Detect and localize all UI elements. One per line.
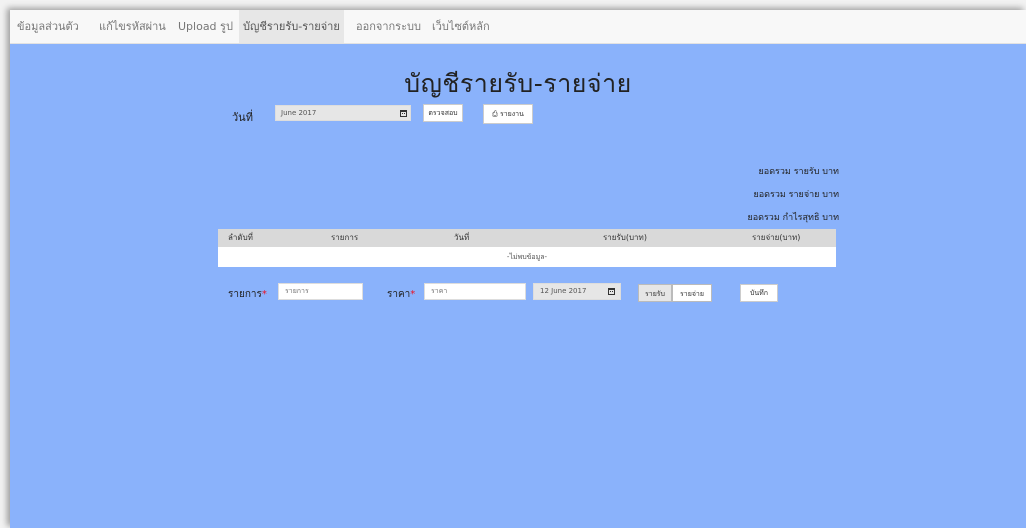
item-label: รายการ*: [228, 287, 267, 302]
month-picker[interactable]: June 2017: [275, 105, 411, 121]
page-title: บัญชีรายรับ-รายจ่าย: [404, 69, 632, 98]
price-label: ราคา*: [387, 287, 415, 302]
table-body: -ไม่พบข้อมูล-: [218, 247, 836, 267]
col-income: รายรับ(บาท): [603, 233, 647, 242]
nav-item-profile[interactable]: ข้อมูลส่วนตัว: [17, 10, 79, 43]
total-profit: ยอดรวม กำไรสุทธิ บาท: [747, 213, 839, 223]
total-expense: ยอดรวม รายจ่าย บาท: [753, 190, 839, 200]
item-label-text: รายการ: [228, 289, 262, 300]
entry-date-value: 12 June 2017: [540, 287, 587, 295]
date-label: วันที่: [232, 111, 253, 124]
calendar-icon[interactable]: [608, 288, 615, 295]
nav-item-main-website[interactable]: เว็บไซต์หลัก: [432, 10, 490, 43]
expense-toggle[interactable]: รายจ่าย: [672, 284, 712, 302]
entry-date-picker[interactable]: 12 June 2017: [533, 283, 621, 300]
total-income: ยอดรวม รายรับ บาท: [758, 167, 839, 177]
col-item: รายการ: [331, 233, 359, 242]
table-header: ลำดับที่ รายการ วันที่ รายรับ(บาท) รายจ่…: [218, 229, 836, 247]
nav-item-change-password[interactable]: แก้ไขรหัสผ่าน: [99, 10, 166, 43]
nav-item-accounts[interactable]: บัญชีรายรับ-รายจ่าย: [239, 10, 344, 43]
nav-item-logout[interactable]: ออกจากระบบ: [356, 10, 421, 43]
required-marker: *: [410, 289, 416, 300]
item-input[interactable]: [278, 283, 363, 300]
price-input[interactable]: [424, 283, 526, 300]
save-button[interactable]: บันทึก: [740, 284, 778, 302]
report-button[interactable]: ⎙ รายงาน: [483, 104, 533, 124]
nav-item-upload-photo[interactable]: Upload รูป: [178, 10, 233, 43]
calendar-icon[interactable]: [400, 110, 407, 117]
no-data-message: -ไม่พบข้อมูล-: [506, 253, 548, 261]
col-sequence: ลำดับที่: [228, 233, 253, 242]
price-label-text: ราคา: [387, 289, 411, 300]
report-label: รายงาน: [499, 110, 524, 118]
navbar: ข้อมูลส่วนตัว แก้ไขรหัสผ่าน Upload รูป บ…: [10, 10, 1026, 44]
check-button[interactable]: ตรวจสอบ: [423, 104, 463, 122]
income-toggle[interactable]: รายรับ: [638, 284, 672, 302]
col-date: วันที่: [454, 233, 470, 242]
page-frame: ข้อมูลส่วนตัว แก้ไขรหัสผ่าน Upload รูป บ…: [10, 10, 1026, 528]
month-value: June 2017: [281, 109, 317, 117]
required-marker: *: [261, 289, 267, 300]
print-icon: ⎙: [492, 110, 498, 118]
col-expense: รายจ่าย(บาท): [752, 233, 801, 242]
